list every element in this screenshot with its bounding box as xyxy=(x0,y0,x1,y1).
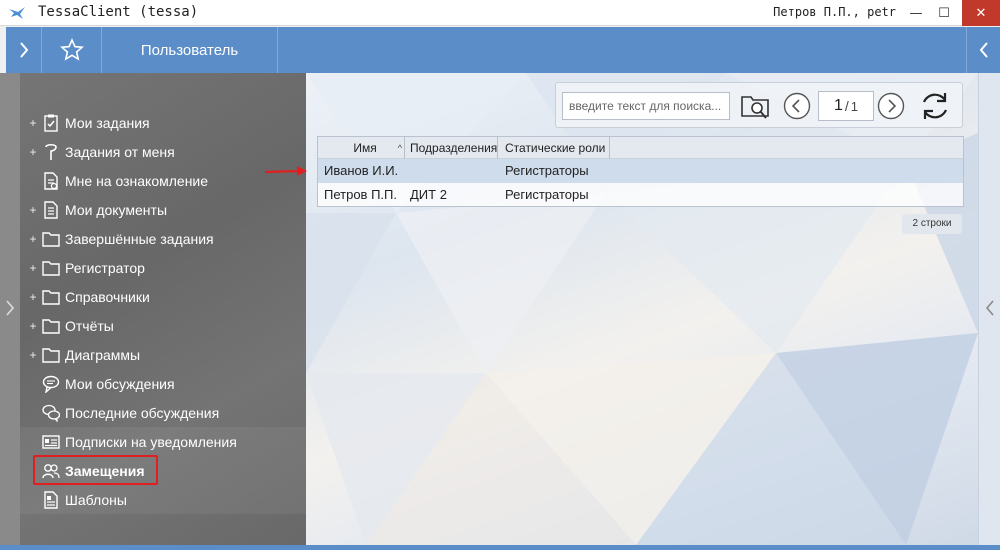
page-separator: / xyxy=(844,98,849,114)
sidebar-item-label: Мои задания xyxy=(65,114,150,131)
annotation-highlight-box xyxy=(33,455,158,485)
sidebar-item-label: Мои обсуждения xyxy=(65,375,175,392)
cell-name: Петров П.П. xyxy=(324,187,397,202)
window-title: TessaClient (tessa) xyxy=(38,4,199,20)
annotation-arrow-icon xyxy=(264,166,307,176)
chevron-right-icon xyxy=(19,42,28,58)
sidebar-item-label: Мои документы xyxy=(65,201,168,218)
folder-icon xyxy=(42,346,60,364)
expand-icon[interactable]: + xyxy=(28,145,38,159)
status-bar xyxy=(0,545,1000,550)
expand-icon[interactable]: + xyxy=(28,261,38,275)
sort-asc-icon: ^ xyxy=(397,143,402,153)
search-button[interactable] xyxy=(738,89,774,123)
close-button[interactable]: ✕ xyxy=(962,0,1000,26)
sidebar-item[interactable]: + Завершённые задания xyxy=(20,224,306,253)
chat-icon xyxy=(42,375,60,393)
sidebar-item-label: Подписки на уведомления xyxy=(65,433,237,450)
chevron-left-icon xyxy=(985,300,994,316)
tab-user[interactable]: Пользователь xyxy=(102,27,278,73)
sidebar-item-label: Регистратор xyxy=(65,259,145,276)
expand-icon[interactable]: + xyxy=(28,319,38,333)
sidebar-item-label: Шаблоны xyxy=(65,491,127,508)
cell-name: Иванов И.И. xyxy=(324,163,399,178)
cell-static-roles: Регистраторы xyxy=(505,163,589,178)
document-review-icon xyxy=(42,171,60,190)
sidebar-item[interactable]: + Регистратор xyxy=(20,253,306,282)
sidebar-item[interactable]: + Диаграммы xyxy=(20,340,306,369)
previous-page-button[interactable] xyxy=(782,91,812,121)
table-header: Имя ^ Подразделения Статические роли xyxy=(318,137,963,159)
sidebar-item-label: Задания от меня xyxy=(65,143,175,160)
expand-icon[interactable]: + xyxy=(28,290,38,304)
title-bar: TessaClient (tessa) Петров П.П., petr — … xyxy=(0,0,1000,26)
folder-icon xyxy=(42,259,60,277)
sidebar-item[interactable]: + Задания от меня xyxy=(20,137,306,166)
sidebar-item[interactable]: + Мои задания xyxy=(20,108,306,137)
app-logo-icon xyxy=(9,7,25,19)
sidebar-item-label: Диаграммы xyxy=(65,346,141,363)
chevron-left-icon xyxy=(979,42,988,58)
sidebar-item-label: Последние обсуждения xyxy=(65,404,220,421)
maximize-button[interactable]: ☐ xyxy=(928,0,960,26)
sidebar-item[interactable]: + Отчёты xyxy=(20,311,306,340)
sidebar-item[interactable]: + Мои документы xyxy=(20,195,306,224)
page-indicator[interactable]: 1 / 1 xyxy=(818,91,874,121)
refresh-icon xyxy=(922,93,948,119)
column-header-departments[interactable]: Подразделения xyxy=(406,137,498,159)
next-page-button[interactable] xyxy=(876,91,906,121)
sidebar-item[interactable]: Мои обсуждения xyxy=(20,369,306,398)
main-toolbar: Пользователь xyxy=(6,27,1000,73)
search-input[interactable] xyxy=(562,92,730,120)
content-area: 1 / 1 Имя ^ Подразделения xyxy=(306,73,978,545)
column-header-static-roles[interactable]: Статические роли xyxy=(499,137,610,159)
folder-icon xyxy=(42,317,60,335)
cell-departments: ДИТ 2 xyxy=(410,187,447,202)
users-table: Имя ^ Подразделения Статические роли Ива… xyxy=(317,136,964,207)
expand-sidebar-button[interactable] xyxy=(6,27,42,73)
refresh-button[interactable] xyxy=(916,87,954,125)
template-icon xyxy=(42,490,60,509)
sidebar-item-label: Справочники xyxy=(65,288,150,305)
table-row[interactable]: Петров П.П. ДИТ 2 Регистраторы xyxy=(318,183,963,207)
subscription-icon xyxy=(42,433,60,451)
favorites-button[interactable] xyxy=(42,27,102,73)
star-icon xyxy=(59,38,84,61)
task-check-icon xyxy=(42,114,60,132)
expand-icon[interactable]: + xyxy=(28,348,38,362)
pin-icon xyxy=(42,143,60,161)
sidebar-item[interactable]: Подписки на уведомления xyxy=(20,427,306,456)
document-icon xyxy=(42,200,60,219)
search-panel: 1 / 1 xyxy=(555,82,963,128)
folder-icon xyxy=(42,288,60,306)
chevron-right-icon xyxy=(6,300,15,316)
right-panel-toggle[interactable] xyxy=(978,73,1000,545)
table-row[interactable]: Иванов И.И. Регистраторы xyxy=(318,159,963,183)
current-page: 1 xyxy=(833,97,843,114)
folder-icon xyxy=(42,230,60,248)
sidebar-item[interactable]: + Справочники xyxy=(20,282,306,311)
total-pages: 1 xyxy=(850,98,859,114)
expand-icon[interactable]: + xyxy=(28,203,38,217)
sidebar-item-label: Отчёты xyxy=(65,317,114,334)
row-count-badge: 2 строки xyxy=(902,214,962,234)
circle-chevron-left-icon xyxy=(783,92,811,120)
sidebar-item-label: Мне на ознакомление xyxy=(65,172,209,189)
circle-chevron-right-icon xyxy=(877,92,905,120)
chats-icon xyxy=(42,404,60,422)
expand-icon[interactable]: + xyxy=(28,232,38,246)
collapse-right-panel-button[interactable] xyxy=(966,27,1000,73)
sidebar-item[interactable]: Последние обсуждения xyxy=(20,398,306,427)
folder-search-icon xyxy=(741,96,769,119)
sidebar-item-label: Завершённые задания xyxy=(65,230,214,247)
column-header-name[interactable]: Имя ^ xyxy=(318,137,405,159)
cell-static-roles: Регистраторы xyxy=(505,187,589,202)
sidebar-item[interactable]: Шаблоны xyxy=(20,485,306,514)
column-header-label: Имя xyxy=(353,141,377,155)
current-user: Петров П.П., petr xyxy=(773,5,896,19)
expand-icon[interactable]: + xyxy=(28,116,38,130)
left-panel-toggle[interactable] xyxy=(0,73,20,550)
